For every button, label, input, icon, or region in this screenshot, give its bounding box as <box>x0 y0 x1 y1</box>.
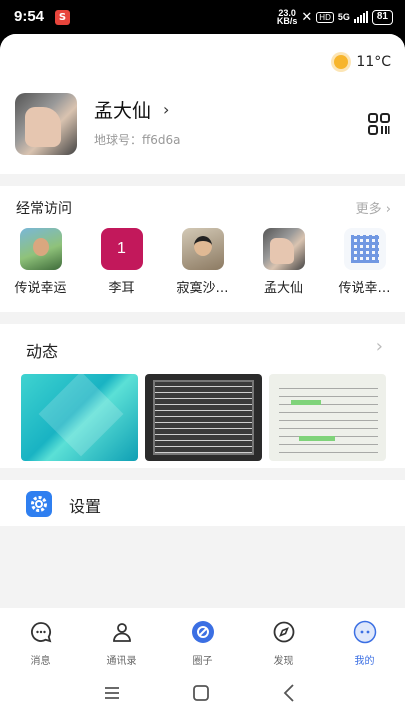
qr-code-icon[interactable] <box>367 112 391 136</box>
frequent-contact[interactable]: 寂寞沙… <box>162 228 243 296</box>
more-label: 更多 <box>355 202 382 217</box>
tab-label: 通讯录 <box>106 656 137 667</box>
tab-label: 我的 <box>354 656 375 667</box>
contact-name: 传说幸… <box>338 281 391 296</box>
settings-label: 设置 <box>69 497 102 516</box>
frequent-contacts-list: 传说幸运 1 李耳 寂寞沙… 孟大仙 传说幸… <box>0 228 405 296</box>
contact-avatar <box>181 228 224 270</box>
more-link[interactable]: 更多 › <box>356 198 391 217</box>
contact-name: 寂寞沙… <box>176 281 229 296</box>
contact-avatar <box>262 228 305 270</box>
contact-name: 孟大仙 <box>263 281 303 296</box>
status-time: 9:54 <box>14 8 45 25</box>
profile-name-link[interactable]: 孟大仙 › <box>94 96 169 123</box>
contact-avatar: 1 <box>100 228 143 270</box>
battery-indicator: 81 <box>371 9 393 25</box>
contact-name: 李耳 <box>108 281 135 296</box>
chevron-right-icon: › <box>385 202 391 217</box>
chat-icon <box>30 622 51 643</box>
settings-row[interactable]: 设置 <box>0 480 405 526</box>
network-speed: 23.0 KB/s <box>276 9 298 26</box>
home-icon[interactable] <box>190 682 212 704</box>
compass-icon <box>273 621 294 643</box>
frequent-visits-title: 经常访问 <box>16 201 72 217</box>
tab-label: 消息 <box>30 656 51 667</box>
profile-username: 孟大仙 <box>94 100 152 122</box>
contact-name: 传说幸运 <box>14 281 67 296</box>
signal-icon <box>353 11 368 23</box>
weather-widget[interactable]: 11°C <box>334 54 391 70</box>
profile-header: 11°C 孟大仙 › 地球号：ff6d6a <box>0 34 405 174</box>
tab-me[interactable]: 我的 <box>324 608 405 668</box>
profile-screen: 11°C 孟大仙 › 地球号：ff6d6a 经常访问 更多 › 传说幸运 1 李… <box>0 34 405 717</box>
network-type: 5G <box>337 12 350 22</box>
frequent-contact[interactable]: 传说幸运 <box>0 228 81 296</box>
hd-badge: HD <box>316 11 334 23</box>
frequent-contact[interactable]: 传说幸… <box>324 228 405 296</box>
gear-icon <box>31 496 47 512</box>
tab-discover[interactable]: 发现 <box>243 608 324 668</box>
tab-contacts[interactable]: 通讯录 <box>81 608 162 668</box>
weather-temperature: 11°C <box>356 54 391 70</box>
back-icon[interactable] <box>279 682 301 704</box>
moment-thumbnail[interactable] <box>21 374 138 461</box>
contacts-icon <box>112 623 131 642</box>
status-indicators: 23.0 KB/s ✕ HD 5G 81 <box>276 9 393 26</box>
chevron-right-icon[interactable]: › <box>376 336 383 357</box>
app-notification-icon: S <box>55 10 70 25</box>
status-bar: 9:54 S 23.0 KB/s ✕ HD 5G 81 <box>0 0 405 34</box>
contact-avatar <box>19 228 62 270</box>
network-speed-unit: KB/s <box>276 16 298 26</box>
profile-avatar[interactable] <box>15 93 77 155</box>
frequent-contact[interactable]: 1 李耳 <box>81 228 162 296</box>
tab-messages[interactable]: 消息 <box>0 608 81 668</box>
tab-label: 圈子 <box>192 656 213 667</box>
moments-section[interactable]: 动态 › <box>0 324 405 468</box>
chevron-right-icon: › <box>163 100 170 119</box>
settings-icon <box>26 491 52 517</box>
me-icon <box>353 620 376 644</box>
bottom-tab-bar: 消息 通讯录 圈子 发现 我的 <box>0 608 405 668</box>
moment-thumbnail[interactable] <box>269 374 386 461</box>
moments-title: 动态 <box>26 342 59 361</box>
circle-icon <box>191 621 214 643</box>
contact-avatar <box>343 228 386 270</box>
menu-icon[interactable] <box>101 682 123 704</box>
moment-thumbnail[interactable] <box>145 374 262 461</box>
tab-circle[interactable]: 圈子 <box>162 608 243 668</box>
sun-icon <box>334 55 349 69</box>
profile-id: 地球号：ff6d6a <box>94 133 181 147</box>
frequent-visits-section: 经常访问 更多 › 传说幸运 1 李耳 寂寞沙… 孟大仙 传说幸… <box>0 186 405 312</box>
frequent-contact[interactable]: 孟大仙 <box>243 228 324 296</box>
tab-label: 发现 <box>273 656 294 667</box>
mute-icon: ✕ <box>301 9 313 24</box>
system-navigation-bar <box>0 668 405 717</box>
moments-thumbnails <box>21 374 386 461</box>
